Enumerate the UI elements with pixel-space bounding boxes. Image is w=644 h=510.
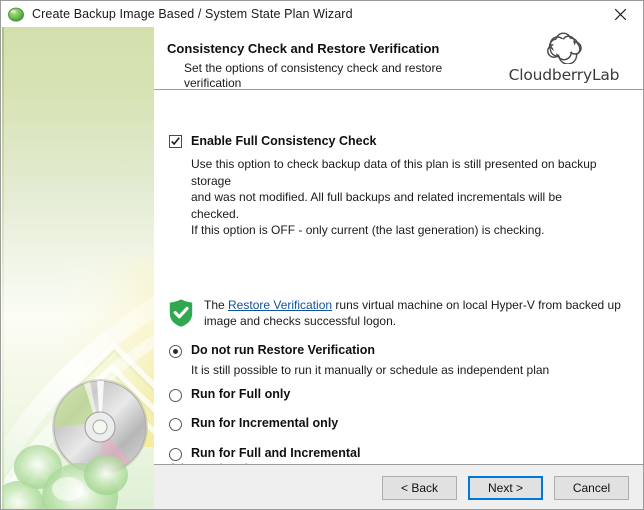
option-full-and-incremental-label: Run for Full and Incremental (191, 446, 361, 460)
sidebar-artwork (2, 257, 154, 509)
restore-verification-link[interactable]: Restore Verification (228, 298, 332, 312)
footer-buttons: < Back Next > Cancel (382, 476, 629, 500)
page-subtitle: Set the options of consistency check and… (184, 61, 443, 90)
consistency-description-line-1: Use this option to check backup data of … (191, 157, 597, 188)
wizard-body: Enable Full Consistency Check Use this o… (154, 90, 643, 475)
close-button[interactable] (598, 1, 643, 27)
wizard-window: Create Backup Image Based / System State… (0, 0, 644, 510)
option-incremental-only[interactable]: Run for Incremental only (169, 416, 609, 431)
option-full-and-incremental-radio[interactable] (169, 448, 182, 461)
brand-name: CloudberryLab (508, 66, 620, 84)
option-incremental-only-label: Run for Incremental only (191, 416, 339, 430)
option-do-not-run-label: Do not run Restore Verification (191, 343, 376, 357)
restore-verification-info: The Restore Verification runs virtual ma… (168, 297, 632, 329)
consistency-description-line-3: If this option is OFF - only current (th… (191, 223, 545, 237)
cloud-outline-icon (499, 31, 629, 65)
wizard-main-panel: Consistency Check and Restore Verificati… (154, 27, 643, 509)
enable-full-consistency-check-label: Enable Full Consistency Check (191, 134, 377, 148)
title-bar: Create Backup Image Based / System State… (1, 1, 643, 27)
page-title: Consistency Check and Restore Verificati… (167, 41, 440, 56)
enable-full-consistency-check-row[interactable]: Enable Full Consistency Check (169, 134, 376, 148)
option-full-only-label: Run for Full only (191, 387, 291, 401)
wizard-sidebar-banner (2, 27, 154, 509)
next-button[interactable]: Next > (468, 476, 543, 500)
wizard-header: Consistency Check and Restore Verificati… (154, 27, 643, 90)
enable-full-consistency-check-checkbox[interactable] (169, 134, 182, 148)
cloudberry-logo-icon (7, 5, 25, 23)
restore-verification-info-text: The Restore Verification runs virtual ma… (204, 297, 632, 329)
option-incremental-only-radio[interactable] (169, 418, 182, 431)
option-full-and-incremental[interactable]: Run for Full and Incremental (169, 446, 609, 461)
sidebar-edge (2, 27, 4, 509)
consistency-description-line-2: and was not modified. All full backups a… (191, 190, 562, 221)
info-prefix: The (204, 298, 229, 312)
brand-logo: CloudberryLab (499, 31, 629, 84)
cancel-button[interactable]: Cancel (554, 476, 629, 500)
restore-verification-options: Do not run Restore Verification It is st… (169, 343, 609, 466)
consistency-description: Use this option to check backup data of … (191, 156, 611, 239)
window-title: Create Backup Image Based / System State… (32, 7, 353, 21)
back-button[interactable]: < Back (382, 476, 457, 500)
wizard-footer: < Back Next > Cancel (154, 465, 643, 509)
green-shield-check-icon (168, 298, 194, 328)
option-do-not-run[interactable]: Do not run Restore Verification (169, 343, 609, 358)
option-full-only-radio[interactable] (169, 389, 182, 402)
option-do-not-run-radio[interactable] (169, 345, 182, 358)
option-do-not-run-sub: It is still possible to run it manually … (191, 363, 550, 377)
option-full-only[interactable]: Run for Full only (169, 387, 609, 402)
